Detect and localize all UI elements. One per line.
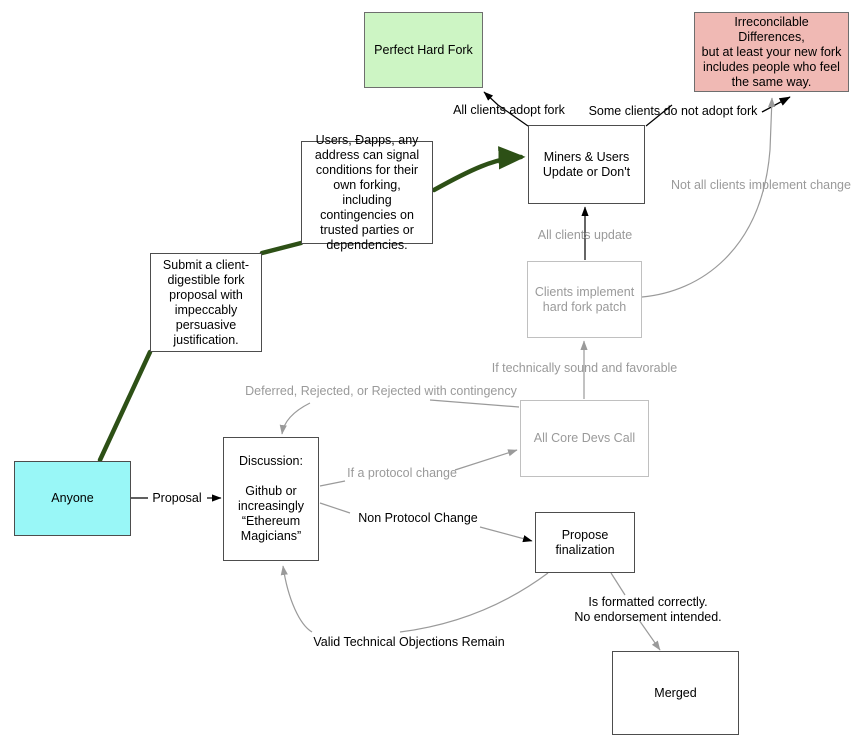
flowchart-canvas: Perfect Hard Fork Irreconcilable Differe…: [0, 0, 865, 750]
node-label: Irreconcilable Differences, but at least…: [701, 14, 842, 89]
edge-label-not-all-clients-implement-change: Not all clients implement change: [671, 178, 851, 192]
edge-label-is-formatted-correctly: Is formatted correctly. No endorsement i…: [574, 595, 722, 624]
edge-label-non-protocol-change: Non Protocol Change: [358, 511, 478, 525]
node-label: Perfect Hard Fork: [374, 42, 473, 57]
edge-core-devs-to-discussion: [279, 399, 520, 435]
edge-propose-finalization-to-discussion: [280, 565, 549, 633]
node-irreconcilable-differences[interactable]: Irreconcilable Differences, but at least…: [694, 12, 849, 92]
node-anyone[interactable]: Anyone: [14, 461, 131, 536]
node-all-core-devs-call[interactable]: All Core Devs Call: [520, 400, 649, 477]
node-label: Merged: [654, 685, 697, 700]
edge-label-if-a-protocol-change: If a protocol change: [347, 466, 457, 480]
node-label: Clients implement hard fork patch: [534, 284, 635, 314]
edge-label-proposal: Proposal: [152, 491, 202, 505]
edge-label-all-clients-adopt-fork: All clients adopt fork: [453, 103, 565, 117]
edge-label-deferred-rejected: Deferred, Rejected, or Rejected with con…: [245, 384, 517, 398]
node-label: Discussion: Github or increasingly “Ethe…: [237, 454, 304, 543]
node-label: Submit a client- digestible fork proposa…: [162, 257, 250, 347]
edge-label-if-technically-sound-and-favorable: If technically sound and favorable: [491, 361, 678, 375]
node-propose-finalization[interactable]: Propose finalization: [535, 512, 635, 573]
node-users-dapps-signal[interactable]: Users, Ðapps, any address can signal con…: [301, 133, 433, 252]
node-discussion[interactable]: Discussion: Github or increasingly “Ethe…: [223, 437, 319, 561]
node-merged[interactable]: Merged: [612, 651, 739, 735]
node-clients-implement-patch[interactable]: Clients implement hard fork patch: [527, 261, 642, 338]
edge-clients-patch-to-irreconcilable: [641, 97, 776, 298]
edge-label-all-clients-update: All clients update: [537, 228, 633, 242]
edge-label-some-clients-do-not-adopt-fork: Some clients do not adopt fork: [588, 104, 758, 118]
node-miners-users-update[interactable]: Miners & Users Update or Don't: [528, 125, 645, 204]
node-label: All Core Devs Call: [533, 431, 636, 445]
node-label: Anyone: [51, 491, 94, 505]
node-label: Miners & Users Update or Don't: [542, 149, 631, 179]
node-label: Propose finalization: [555, 527, 615, 557]
node-submit-fork-proposal[interactable]: Submit a client- digestible fork proposa…: [150, 253, 262, 352]
node-perfect-hard-fork[interactable]: Perfect Hard Fork: [364, 12, 483, 88]
edge-label-valid-technical-objections-remain: Valid Technical Objections Remain: [313, 635, 505, 649]
node-label: Users, Ðapps, any address can signal con…: [314, 132, 420, 252]
